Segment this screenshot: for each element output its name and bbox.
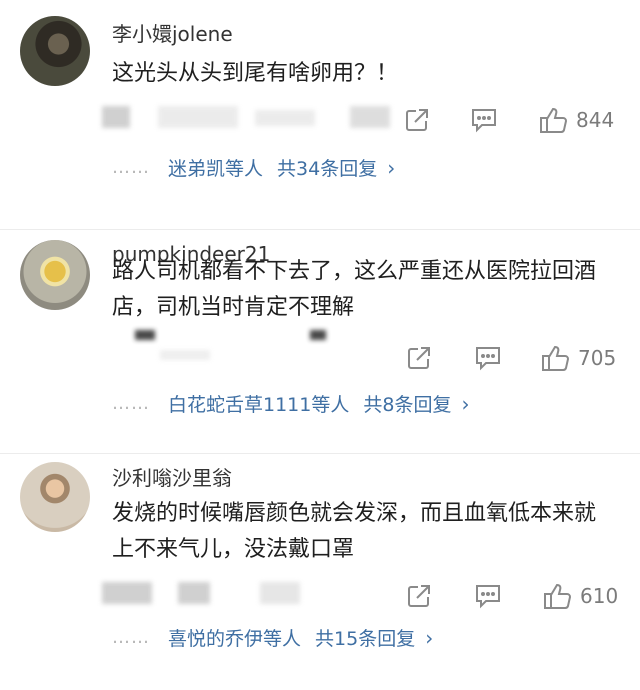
blurred-timestamp: [135, 330, 155, 340]
like-button[interactable]: 705: [540, 340, 616, 376]
comment-text: 这光头从头到尾有啥卵用？！: [112, 61, 399, 86]
blurred-timestamp: [350, 106, 390, 128]
blurred-timestamp: [310, 330, 326, 340]
comment-icon: [472, 109, 496, 133]
reply-count: 共34条回复: [277, 158, 378, 180]
avatar[interactable]: [20, 240, 90, 310]
blurred-timestamp: [102, 106, 130, 128]
like-count: 844: [576, 108, 615, 132]
comment-text: 发烧的时候嘴唇颜色就会发深，而且血氧低本来就上不来气儿，没法戴口罩: [112, 501, 597, 562]
avatar[interactable]: [20, 16, 90, 86]
comment-button[interactable]: [470, 102, 498, 138]
comment-text: 路人司机都看不下去了，这么严重还从医院拉回酒店，司机当时肯定不理解: [112, 259, 597, 320]
avatar[interactable]: [20, 462, 90, 532]
like-icon: [540, 107, 568, 133]
chevron-right-icon: ›: [387, 155, 396, 180]
comment-button[interactable]: [474, 578, 502, 614]
like-button[interactable]: 610: [542, 578, 618, 614]
share-button[interactable]: [404, 102, 430, 138]
comment-button[interactable]: [474, 340, 502, 376]
reply-names: 喜悦的乔伊等人: [168, 628, 302, 650]
like-count: 705: [578, 346, 617, 370]
dots: ……: [112, 157, 150, 178]
comment-meta-row: 844: [100, 102, 624, 138]
blurred-timestamp: [160, 350, 210, 360]
reply-names: 迷弟凯等人: [168, 158, 264, 180]
chevron-right-icon: ›: [425, 625, 434, 650]
username[interactable]: 沙利嗡沙里翁: [112, 462, 232, 491]
comment-item: 沙利嗡沙里翁 发烧的时候嘴唇颜色就会发深，而且血氧低本来就上不来气儿，没法戴口罩: [0, 444, 640, 690]
reply-count: 共15条回复: [315, 628, 416, 650]
comment-icon: [476, 347, 500, 371]
comment-meta-row: 705: [100, 330, 624, 376]
share-icon: [408, 347, 430, 369]
share-icon: [408, 585, 430, 607]
username[interactable]: 李小嬛jolene: [112, 18, 233, 47]
dots: ……: [112, 627, 150, 648]
comment-item: pumpkindeer21 路人司机都看不下去了，这么严重还从医院拉回酒店，司机…: [0, 224, 640, 454]
comment-item: 李小嬛jolene 这光头从头到尾有啥卵用？！ 844 …… 迷弟凯等人 共34…: [0, 0, 640, 230]
comment-icon: [476, 585, 500, 609]
reply-count: 共8条回复: [363, 394, 452, 416]
dots: ……: [112, 393, 150, 414]
blurred-timestamp: [260, 582, 300, 604]
share-icon: [406, 109, 428, 131]
like-count: 610: [580, 584, 619, 608]
replies-link[interactable]: …… 迷弟凯等人 共34条回复 ›: [112, 154, 395, 181]
blurred-timestamp: [178, 582, 210, 604]
replies-link[interactable]: …… 白花蛇舌草1111等人 共8条回复 ›: [112, 390, 469, 417]
chevron-right-icon: ›: [461, 391, 470, 416]
replies-link[interactable]: …… 喜悦的乔伊等人 共15条回复 ›: [112, 624, 433, 651]
blurred-timestamp: [158, 106, 238, 128]
share-button[interactable]: [406, 340, 432, 376]
blurred-timestamp: [102, 582, 152, 604]
blurred-timestamp: [255, 110, 315, 126]
share-button[interactable]: [406, 578, 432, 614]
like-icon: [542, 345, 570, 371]
comment-meta-row: 610: [100, 578, 624, 614]
like-icon: [544, 583, 572, 609]
like-button[interactable]: 844: [538, 102, 614, 138]
reply-names: 白花蛇舌草1111等人: [168, 394, 350, 416]
